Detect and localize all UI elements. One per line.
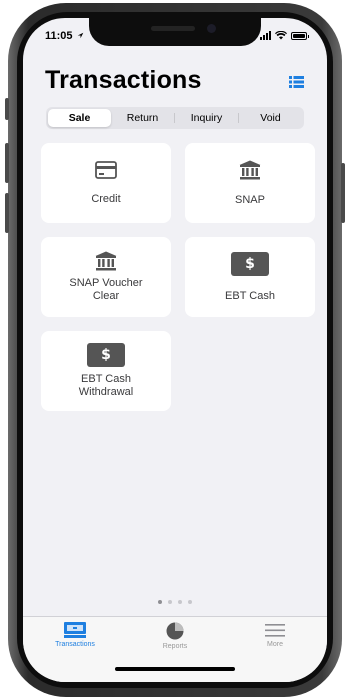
tile-snap-voucher-clear[interactable]: SNAP Voucher Clear (41, 237, 171, 317)
list-view-icon[interactable] (289, 76, 304, 88)
wifi-icon (275, 31, 287, 40)
cellular-signal-icon (260, 31, 271, 40)
page-dot (168, 600, 172, 604)
bank-icon (239, 160, 261, 179)
segment-return[interactable]: Return (111, 109, 174, 127)
segment-sale-label: Sale (68, 112, 91, 124)
tab-reports-label: Reports (162, 643, 188, 650)
segment-inquiry[interactable]: Inquiry (175, 109, 238, 127)
tile-ebt-cash[interactable]: $ EBT Cash (185, 237, 315, 317)
page-title: Transactions (45, 66, 202, 94)
page-dot (188, 600, 192, 604)
pie-chart-icon (166, 622, 184, 640)
transaction-type-segmented-control: Sale Return Inquiry Void (46, 107, 304, 129)
tab-reports[interactable]: Reports (135, 622, 215, 650)
app-screen: 11:05 Transactions Sale Return Inquiry V… (23, 18, 327, 682)
tab-more[interactable]: More (235, 622, 315, 648)
power-button (341, 163, 345, 223)
segment-sale[interactable]: Sale (48, 109, 111, 127)
volume-down-button (5, 193, 9, 233)
status-icons (260, 31, 309, 40)
page-dot (178, 600, 182, 604)
pos-terminal-icon (64, 622, 86, 638)
hamburger-menu-icon (265, 624, 285, 637)
page-indicator[interactable] (23, 600, 327, 604)
tile-ebt-cash-label: EBT Cash (225, 289, 275, 302)
status-time-text: 11:05 (45, 30, 73, 42)
phone-frame: 11:05 Transactions Sale Return Inquiry V… (5, 3, 345, 697)
page-dot (158, 600, 162, 604)
tile-credit[interactable]: Credit (41, 143, 171, 223)
notch (89, 18, 261, 46)
dollar-icon: $ (87, 343, 125, 367)
volume-up-button (5, 143, 9, 183)
tile-snap[interactable]: SNAP (185, 143, 315, 223)
status-time: 11:05 (45, 30, 84, 42)
segment-inquiry-label: Inquiry (190, 112, 223, 124)
dollar-icon: $ (231, 251, 269, 276)
segment-void[interactable]: Void (239, 109, 302, 127)
credit-card-icon (95, 160, 117, 179)
segment-return-label: Return (126, 112, 159, 124)
tile-snap-voucher-clear-label: SNAP Voucher Clear (69, 277, 143, 302)
silent-switch (5, 98, 9, 120)
tab-more-label: More (267, 641, 283, 648)
front-camera (207, 24, 216, 33)
tile-credit-label: Credit (91, 192, 121, 205)
tile-snap-label: SNAP (235, 193, 265, 206)
tile-ebt-cash-withdrawal-label: EBT Cash Withdrawal (78, 373, 134, 398)
battery-icon (291, 32, 309, 40)
tab-bar: Transactions Reports More (23, 616, 327, 682)
bank-icon (95, 251, 117, 271)
tab-transactions[interactable]: Transactions (35, 622, 115, 648)
location-arrow-icon (77, 32, 83, 39)
home-indicator[interactable] (115, 667, 235, 671)
tab-transactions-label: Transactions (55, 641, 95, 648)
tile-ebt-cash-withdrawal[interactable]: $ EBT Cash Withdrawal (41, 331, 171, 411)
segment-void-label: Void (260, 112, 281, 124)
speaker (151, 26, 195, 31)
